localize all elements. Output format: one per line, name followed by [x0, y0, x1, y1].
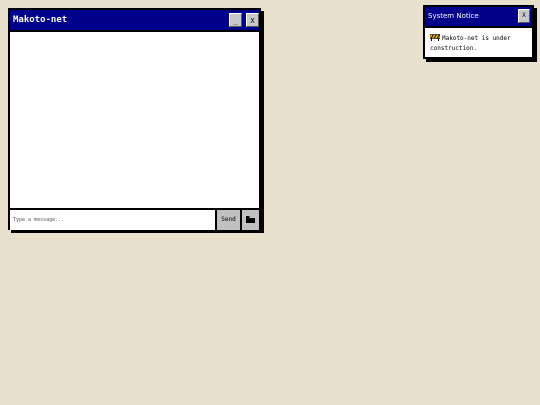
- notice-titlebar[interactable]: System Notice X: [425, 7, 532, 28]
- folder-icon: [246, 216, 255, 223]
- message-area[interactable]: [10, 32, 259, 208]
- chat-window-title: Makoto-net: [13, 15, 68, 25]
- minimize-button[interactable]: _: [229, 13, 242, 27]
- close-button[interactable]: X: [246, 13, 259, 27]
- chat-window-titlebar[interactable]: Makoto-net _ X: [10, 10, 259, 32]
- construction-barrier-icon: [430, 34, 440, 41]
- system-notice-window: System Notice X Makoto-net is under cons…: [423, 5, 534, 59]
- attach-button[interactable]: [242, 210, 259, 230]
- chat-window: Makoto-net _ X Send: [8, 8, 261, 230]
- notice-title: System Notice: [428, 12, 479, 20]
- notice-message: Makoto-net is under construction.: [430, 35, 511, 52]
- message-input-row: Send: [10, 208, 259, 230]
- notice-close-button[interactable]: X: [518, 9, 530, 23]
- notice-body: Makoto-net is under construction.: [430, 34, 530, 54]
- message-input[interactable]: [10, 210, 217, 230]
- send-button[interactable]: Send: [217, 210, 242, 230]
